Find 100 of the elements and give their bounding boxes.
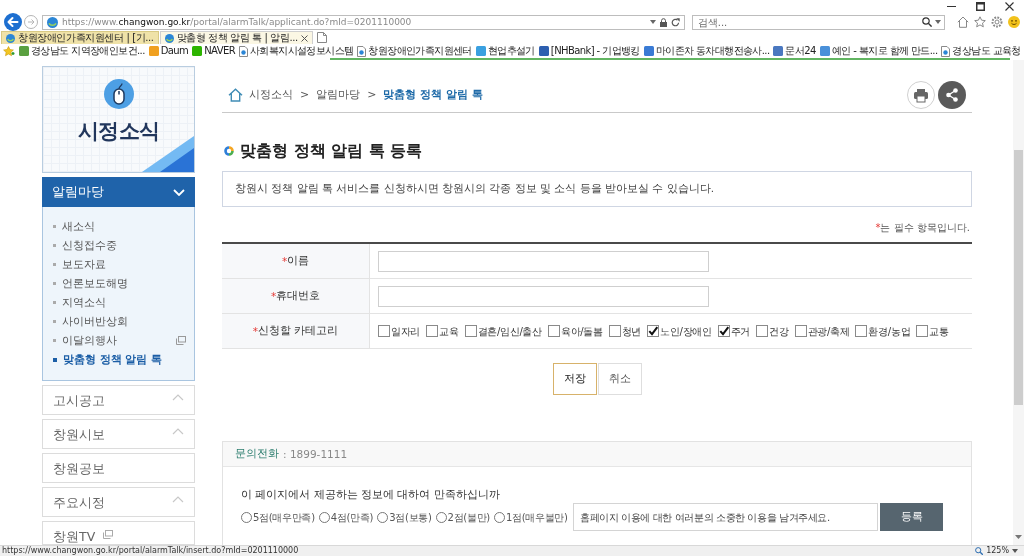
checkbox-label[interactable]: 노인/장애인 [660, 324, 712, 338]
scroll-down-icon[interactable] [1015, 535, 1022, 539]
checkbox-label[interactable]: 육아/돌봄 [560, 324, 603, 338]
radio-label[interactable]: 2점(불만) [447, 510, 490, 524]
cancel-button[interactable]: 취소 [597, 363, 642, 395]
favorites-link[interactable]: 창원장애인가족지원센터 [357, 45, 472, 57]
favorites-link[interactable]: 마이존차 동차대행전송사... [643, 45, 770, 57]
maximize-icon[interactable] [976, 2, 985, 11]
checkbox-label[interactable]: 건강 [769, 324, 789, 338]
checkbox[interactable] [794, 325, 807, 337]
save-button[interactable]: 저장 [552, 363, 597, 395]
radio-label[interactable]: 3점(보통) [389, 510, 432, 524]
refresh-icon[interactable] [670, 17, 680, 27]
checkbox[interactable] [647, 325, 660, 337]
submenu-item[interactable]: 이달의행사 [53, 331, 186, 350]
checkbox-label[interactable]: 일자리 [391, 324, 421, 338]
favorites-link[interactable]: [NHBank] - 기업뱅킹 [538, 45, 640, 57]
input-field[interactable] [378, 285, 709, 307]
favorites-link[interactable]: 경상남도 교육청 [941, 45, 1021, 57]
submenu-item[interactable]: 맞춤형 정책 알림 톡 [53, 350, 186, 369]
star-icon[interactable] [974, 16, 986, 28]
breadcrumb-link[interactable]: 시정소식 [249, 88, 293, 102]
checkbox[interactable] [426, 325, 439, 337]
scrollbar-track[interactable] [1013, 60, 1024, 545]
checkbox-label[interactable]: 교육 [439, 324, 459, 338]
back-icon[interactable] [4, 13, 22, 31]
checkbox[interactable] [464, 325, 477, 337]
favorites-link[interactable]: 예인 - 복지로 함께 만드... [819, 45, 938, 57]
checkbox-label[interactable]: 관광/축제 [807, 324, 850, 338]
menu-header[interactable]: 알림마당 [42, 177, 195, 207]
new-tab-icon[interactable] [316, 32, 327, 43]
radio-label[interactable]: 4점(만족) [330, 510, 374, 524]
caret-down-icon[interactable] [649, 20, 656, 24]
print-icon[interactable] [907, 81, 935, 109]
favorites-link[interactable]: Daum [148, 45, 189, 57]
submenu-item[interactable]: 보도자료 [53, 255, 186, 274]
globe-icon [164, 33, 174, 43]
field-label: *이름 [222, 244, 370, 279]
breadcrumb-link[interactable]: 알림마당 [316, 88, 361, 102]
checkbox[interactable] [855, 325, 868, 337]
radio-label[interactable]: 1점(매우불만) [505, 510, 568, 524]
caret-down-icon[interactable] [1012, 549, 1018, 553]
search-bar[interactable]: 검색... [691, 14, 945, 30]
favorites-link[interactable]: 사회복지시설정보시스템 [239, 45, 354, 57]
submenu-item[interactable]: 언론보도해명 [53, 274, 186, 293]
zoom-icon[interactable] [975, 547, 984, 555]
submenu-item[interactable]: 사이버반상회 [53, 312, 186, 331]
status-url: https://www.changwon.go.kr/portal/alarmTalk/insert.do?mId=0201110000 [2, 546, 299, 556]
checkbox[interactable] [608, 325, 621, 337]
caret-down-icon[interactable] [935, 20, 941, 24]
favorites-link[interactable]: 경상남도 지역장애인보건... [19, 45, 145, 57]
radio-button[interactable] [241, 511, 252, 523]
checkbox[interactable] [916, 325, 929, 337]
checkbox-label[interactable]: 결혼/임신/출산 [477, 324, 542, 338]
close-icon[interactable] [1005, 2, 1014, 11]
submenu-item[interactable]: 새소식 [53, 217, 186, 236]
favorites-star-icon[interactable] [3, 45, 15, 57]
chevron-down-icon[interactable] [173, 188, 185, 196]
address-field[interactable]: https://www.changwon.go.kr/portal/alarmTalk/applicant.do?mId=0201110000 [42, 14, 685, 30]
checkbox[interactable] [547, 325, 560, 337]
share-icon[interactable] [938, 81, 966, 109]
menu-item[interactable]: 고시공고 [42, 385, 195, 415]
breadcrumb-link[interactable]: 맞춤형 정책 알림 톡 [383, 88, 483, 102]
favorites-link[interactable]: 문서24 [773, 45, 816, 57]
gear-icon[interactable] [991, 16, 1003, 28]
radio-button[interactable] [435, 511, 447, 523]
radio-button[interactable] [493, 511, 505, 523]
checkbox-label[interactable]: 주거 [730, 324, 751, 338]
checkbox[interactable] [717, 325, 730, 337]
search-icon[interactable] [922, 17, 932, 27]
submenu-item[interactable]: 신청접수중 [53, 236, 186, 255]
radio-label[interactable]: 5점(매우만족) [253, 510, 315, 524]
home-icon[interactable] [228, 88, 243, 102]
browser-tab[interactable]: 맞춤형 정책 알림 톡 | 알림... [159, 31, 313, 44]
checkbox[interactable] [378, 325, 390, 337]
menu-item[interactable]: 창원TV [42, 521, 195, 545]
favorites-link[interactable]: NAVER [192, 45, 236, 57]
close-icon[interactable] [300, 34, 308, 42]
comment-field[interactable]: 홈페이지 이용에 대한 여러분의 소중한 이용을 남겨주세요. [573, 503, 878, 531]
scrollbar-thumb[interactable] [1014, 150, 1023, 405]
search-field[interactable]: 검색... [695, 15, 919, 29]
checkbox-label[interactable]: 환경/농업 [868, 324, 911, 338]
menu-item[interactable]: 창원공보 [42, 453, 195, 483]
menu-item[interactable]: 주요시정 [42, 487, 195, 517]
home-icon[interactable] [957, 16, 969, 28]
checkbox-label[interactable]: 청년 [621, 324, 642, 338]
input-field[interactable] [378, 250, 709, 272]
smiley-icon[interactable] [1008, 16, 1020, 28]
zoom-level[interactable]: 125% [986, 546, 1009, 556]
radio-button[interactable] [377, 511, 389, 523]
checkbox[interactable] [756, 325, 769, 337]
submenu-item[interactable]: 지역소식 [53, 293, 186, 312]
browser-tab[interactable]: 창원장애인가족지원센터 | [기... [1, 31, 159, 44]
menu-item[interactable]: 창원시보 [42, 419, 195, 449]
submit-button[interactable]: 등록 [880, 503, 943, 531]
checkbox-label[interactable]: 교통 [929, 324, 949, 338]
favorites-link[interactable]: 현업추설기 [475, 45, 535, 57]
url-text[interactable]: https://www.changwon.go.kr/portal/alarmTalk/applicant.do?mId=0201110000 [62, 15, 646, 29]
forward-icon[interactable] [24, 15, 38, 29]
radio-button[interactable] [318, 511, 330, 523]
